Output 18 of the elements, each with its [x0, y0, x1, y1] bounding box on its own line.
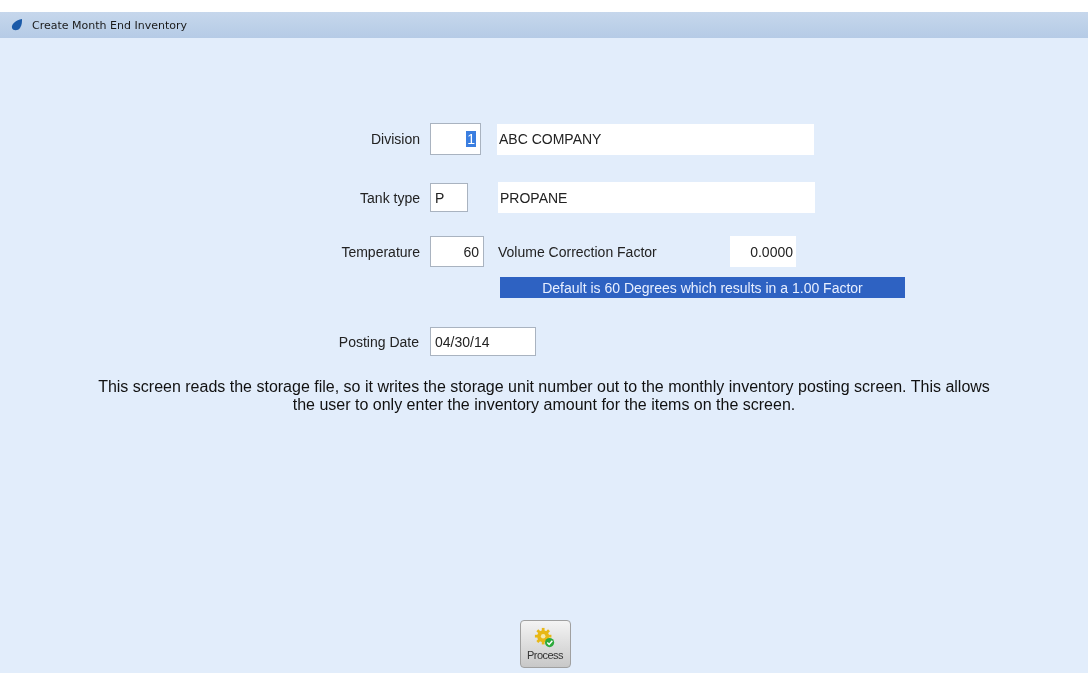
input-field[interactable]: 1 — [430, 123, 481, 155]
field-label: Volume Correction Factor — [498, 243, 658, 260]
field-label: Tank type — [359, 189, 420, 206]
gear-check-icon — [534, 627, 556, 649]
input-field[interactable]: P — [430, 183, 468, 212]
field-label: Posting Date — [337, 333, 419, 350]
field-label: Temperature — [340, 243, 420, 260]
input-field[interactable]: 04/30/14 — [430, 327, 536, 356]
description-text: This screen reads the storage file, so it writes the storage unit number out to the monthly inventory posting screen. This allows the user to only enter the inventory amount for the items on the screen. — [97, 378, 991, 414]
input-field[interactable]: 60 — [430, 236, 484, 267]
factor-field: 0.0000 — [730, 236, 796, 267]
window-title: Create Month End Inventory — [32, 18, 187, 32]
info-banner: Default is 60 Degrees which results in a 1.00 Factor — [500, 277, 905, 298]
description-field: PROPANE — [498, 182, 815, 213]
field-label: Division — [370, 131, 420, 147]
process-button[interactable]: Process — [519, 620, 571, 668]
description-field: ABC COMPANY — [497, 123, 814, 155]
drop-icon — [10, 18, 24, 32]
